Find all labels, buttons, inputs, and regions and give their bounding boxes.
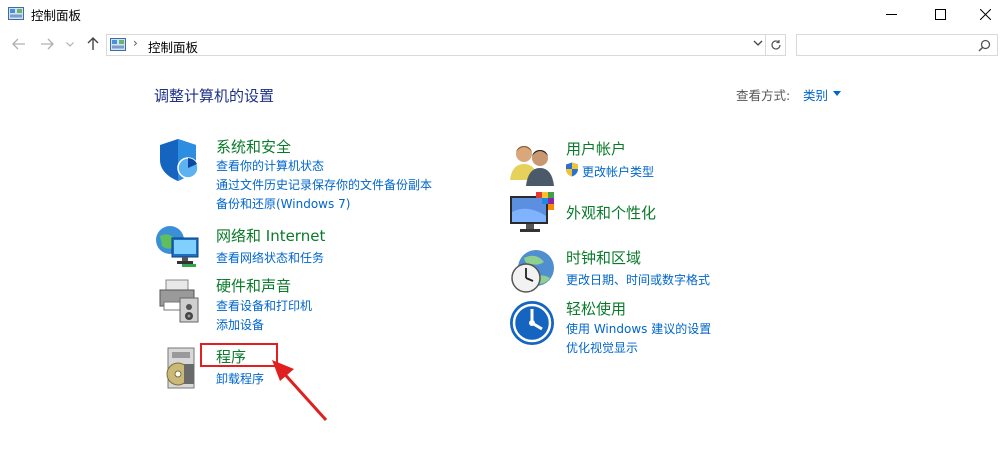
link-add-device[interactable]: 添加设备 [216,316,264,333]
link-optimize-visual-display[interactable]: 优化视觉显示 [566,339,638,356]
control-panel-icon [110,38,126,51]
category-network-internet[interactable]: 网络和 Internet [216,225,325,246]
page-title: 调整计算机的设置 [154,87,275,105]
users-icon[interactable] [508,140,556,188]
link-network-status[interactable]: 查看网络状态和任务 [216,249,324,266]
view-by-label: 查看方式: [736,88,791,103]
shield-icon[interactable] [156,136,204,184]
forward-button[interactable] [38,35,56,53]
caret-down-icon[interactable] [833,91,841,96]
link-windows-recommended-settings[interactable]: 使用 Windows 建议的设置 [566,320,711,337]
category-system-security[interactable]: 系统和安全 [216,136,291,157]
close-button[interactable] [962,0,1005,28]
search-box[interactable] [796,34,998,56]
programs-icon[interactable] [158,344,206,392]
arrow-right-icon [41,38,54,50]
category-user-accounts[interactable]: 用户帐户 [566,138,626,159]
up-button[interactable] [84,35,102,53]
uac-shield-icon [566,162,578,177]
ease-of-access-icon[interactable] [508,299,556,347]
view-by-dropdown[interactable]: 类别 [803,85,828,104]
category-appearance[interactable]: 外观和个性化 [566,202,656,223]
recent-locations-button[interactable] [64,35,76,53]
title-bar: 控制面板 [0,0,1005,28]
network-globe-icon[interactable] [154,222,202,270]
search-icon [978,39,991,52]
refresh-button[interactable] [766,34,786,56]
link-file-history[interactable]: 通过文件历史记录保存你的文件备份副本 [216,176,432,193]
close-icon [979,8,991,20]
maximize-button[interactable] [917,0,963,28]
link-devices-printers[interactable]: 查看设备和打印机 [216,297,312,314]
arrow-left-icon [12,38,25,50]
breadcrumb-separator[interactable]: › [133,36,138,50]
link-change-date-time-format[interactable]: 更改日期、时间或数字格式 [566,271,710,288]
chevron-down-icon[interactable] [753,40,763,47]
navigation-bar: › 控制面板 [0,30,1005,60]
annotation-arrow-icon [272,360,328,422]
category-hardware-sound[interactable]: 硬件和声音 [216,275,291,296]
link-change-account-type[interactable]: 更改帐户类型 [582,163,654,180]
chevron-down-icon [66,41,74,47]
breadcrumb-control-panel[interactable]: 控制面板 [148,37,198,56]
appearance-monitor-icon[interactable] [508,190,556,238]
minimize-button[interactable] [868,0,914,28]
window-title: 控制面板 [31,8,82,23]
maximize-icon [934,8,946,20]
category-ease-of-access[interactable]: 轻松使用 [566,298,626,319]
category-clock-region[interactable]: 时钟和区域 [566,247,641,268]
refresh-icon [770,40,781,50]
arrow-up-icon [87,37,99,50]
control-panel-icon [8,7,24,20]
clock-globe-icon[interactable] [508,248,556,296]
link-view-computer-status[interactable]: 查看你的计算机状态 [216,157,324,174]
address-bar[interactable]: › 控制面板 [106,34,766,56]
link-backup-restore[interactable]: 备份和还原(Windows 7) [216,195,350,212]
minimize-icon [885,13,897,15]
printer-icon[interactable] [156,276,204,324]
link-uninstall-program[interactable]: 卸载程序 [216,370,264,387]
back-button[interactable] [10,35,28,53]
